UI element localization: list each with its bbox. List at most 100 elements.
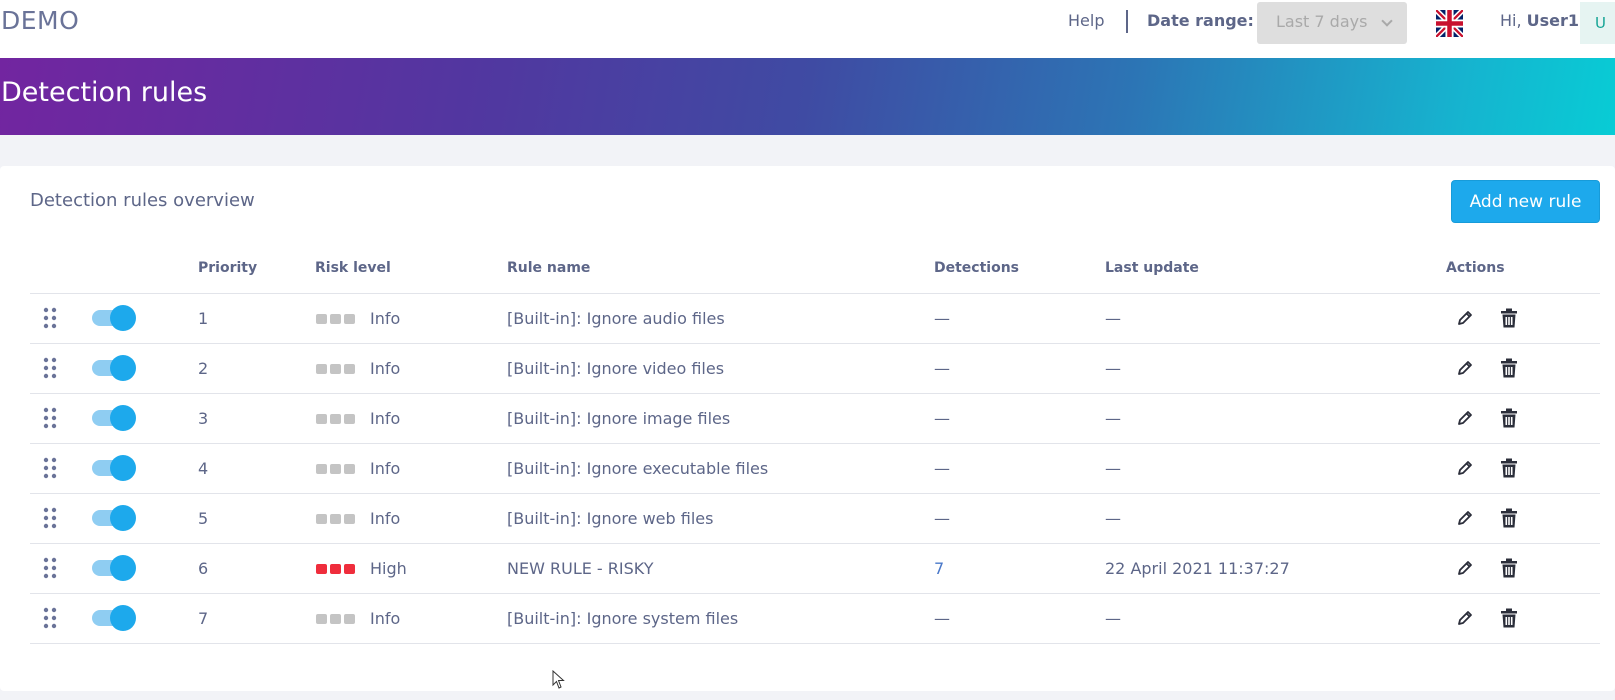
drag-handle-icon[interactable] <box>42 557 58 579</box>
drag-handle-icon[interactable] <box>42 407 58 429</box>
col-priority[interactable]: Priority <box>198 260 257 276</box>
edit-icon[interactable] <box>1456 509 1474 527</box>
rule-detections: — <box>934 609 950 628</box>
trash-icon[interactable] <box>1500 608 1518 628</box>
table-row: 6 High NEW RULE - RISKY 7 22 April 2021 11:3… <box>30 544 1600 594</box>
trash-icon[interactable] <box>1500 358 1518 378</box>
table-row: 4 Info [Built-in]: Ignore executable files… <box>30 444 1600 494</box>
toggle-knob <box>110 405 136 431</box>
risk-level-indicator <box>316 414 356 424</box>
trash-icon[interactable] <box>1500 408 1518 428</box>
edit-icon[interactable] <box>1456 559 1474 577</box>
rule-priority: 3 <box>198 409 209 428</box>
trash-icon[interactable] <box>1500 558 1518 578</box>
risk-level-label: Info <box>370 309 401 328</box>
uk-flag-icon[interactable] <box>1436 10 1463 37</box>
help-link[interactable]: Help <box>1068 11 1104 30</box>
drag-handle-icon[interactable] <box>42 307 58 329</box>
risk-level-label: Info <box>370 459 401 478</box>
rule-detections: — <box>934 459 950 478</box>
edit-icon[interactable] <box>1456 309 1474 327</box>
risk-level-indicator <box>316 514 356 524</box>
page-banner: Detection rules <box>0 58 1615 135</box>
rule-name: [Built-in]: Ignore image files <box>507 409 731 428</box>
divider <box>1126 10 1128 33</box>
date-range-value: Last 7 days <box>1276 12 1368 31</box>
rule-priority: 6 <box>198 559 209 578</box>
mouse-cursor-icon <box>552 670 565 689</box>
rule-enabled-toggle[interactable] <box>92 455 136 481</box>
rule-name: NEW RULE - RISKY <box>507 559 654 578</box>
date-range-select[interactable]: Last 7 days <box>1257 2 1407 44</box>
chevron-down-icon <box>1381 15 1393 27</box>
risk-level-label: High <box>370 559 407 578</box>
rule-enabled-toggle[interactable] <box>92 305 136 331</box>
rule-priority: 4 <box>198 459 209 478</box>
edit-icon[interactable] <box>1456 609 1474 627</box>
rule-last-update: — <box>1105 409 1121 428</box>
rule-enabled-toggle[interactable] <box>92 505 136 531</box>
greeting-prefix: Hi, <box>1500 11 1522 30</box>
user-name: User1 <box>1526 11 1580 30</box>
rule-enabled-toggle[interactable] <box>92 405 136 431</box>
risk-level-indicator <box>316 564 356 574</box>
col-last-update[interactable]: Last update <box>1105 260 1199 276</box>
rule-last-update: — <box>1105 359 1121 378</box>
risk-level-indicator <box>316 364 356 374</box>
rule-enabled-toggle[interactable] <box>92 605 136 631</box>
risk-level-indicator <box>316 464 356 474</box>
rule-priority: 7 <box>198 609 209 628</box>
table-header: Priority Risk level Rule name Detections… <box>30 244 1600 294</box>
toggle-knob <box>110 355 136 381</box>
rule-enabled-toggle[interactable] <box>92 555 136 581</box>
trash-icon[interactable] <box>1500 458 1518 478</box>
rule-last-update: — <box>1105 309 1121 328</box>
edit-icon[interactable] <box>1456 409 1474 427</box>
drag-handle-icon[interactable] <box>42 507 58 529</box>
risk-level-label: Info <box>370 509 401 528</box>
rule-name: [Built-in]: Ignore system files <box>507 609 739 628</box>
rule-priority: 2 <box>198 359 209 378</box>
rule-priority: 1 <box>198 309 209 328</box>
table-row: 1 Info [Built-in]: Ignore audio files — — <box>30 294 1600 344</box>
risk-level-indicator <box>316 614 356 624</box>
risk-level-indicator <box>316 314 356 324</box>
trash-icon[interactable] <box>1500 508 1518 528</box>
rule-priority: 5 <box>198 509 209 528</box>
edit-icon[interactable] <box>1456 459 1474 477</box>
col-actions: Actions <box>1446 260 1505 276</box>
drag-handle-icon[interactable] <box>42 607 58 629</box>
rule-name: [Built-in]: Ignore audio files <box>507 309 725 328</box>
page-title: Detection rules <box>1 77 208 108</box>
rule-name: [Built-in]: Ignore video files <box>507 359 725 378</box>
edit-icon[interactable] <box>1456 359 1474 377</box>
add-rule-button[interactable]: Add new rule <box>1451 180 1600 223</box>
rule-last-update: 22 April 2021 11:37:27 <box>1105 559 1290 578</box>
col-rule-name[interactable]: Rule name <box>507 260 590 276</box>
drag-handle-icon[interactable] <box>42 357 58 379</box>
col-detections[interactable]: Detections <box>934 260 1019 276</box>
table-row: 7 Info [Built-in]: Ignore system files — — <box>30 594 1600 644</box>
table-row: 2 Info [Built-in]: Ignore video files — — <box>30 344 1600 394</box>
risk-level-label: Info <box>370 359 401 378</box>
avatar[interactable]: U <box>1580 2 1615 44</box>
risk-level-label: Info <box>370 409 401 428</box>
toggle-knob <box>110 455 136 481</box>
rule-last-update: — <box>1105 609 1121 628</box>
rules-card: Detection rules overview Add new rule Pr… <box>0 166 1615 691</box>
rule-detections[interactable]: 7 <box>934 559 944 578</box>
top-bar: DEMO Help Date range: Last 7 days Hi, Us… <box>0 0 1615 58</box>
toggle-knob <box>110 305 136 331</box>
app-logo[interactable]: DEMO <box>1 6 79 35</box>
drag-handle-icon[interactable] <box>42 457 58 479</box>
card-title: Detection rules overview <box>30 190 255 211</box>
rule-enabled-toggle[interactable] <box>92 355 136 381</box>
rule-detections: — <box>934 509 950 528</box>
table-row: 3 Info [Built-in]: Ignore image files — — <box>30 394 1600 444</box>
rule-detections: — <box>934 409 950 428</box>
rule-detections: — <box>934 309 950 328</box>
trash-icon[interactable] <box>1500 308 1518 328</box>
table-row: 5 Info [Built-in]: Ignore web files — — <box>30 494 1600 544</box>
col-risk-level[interactable]: Risk level <box>315 260 391 276</box>
rule-name: [Built-in]: Ignore executable files <box>507 459 769 478</box>
